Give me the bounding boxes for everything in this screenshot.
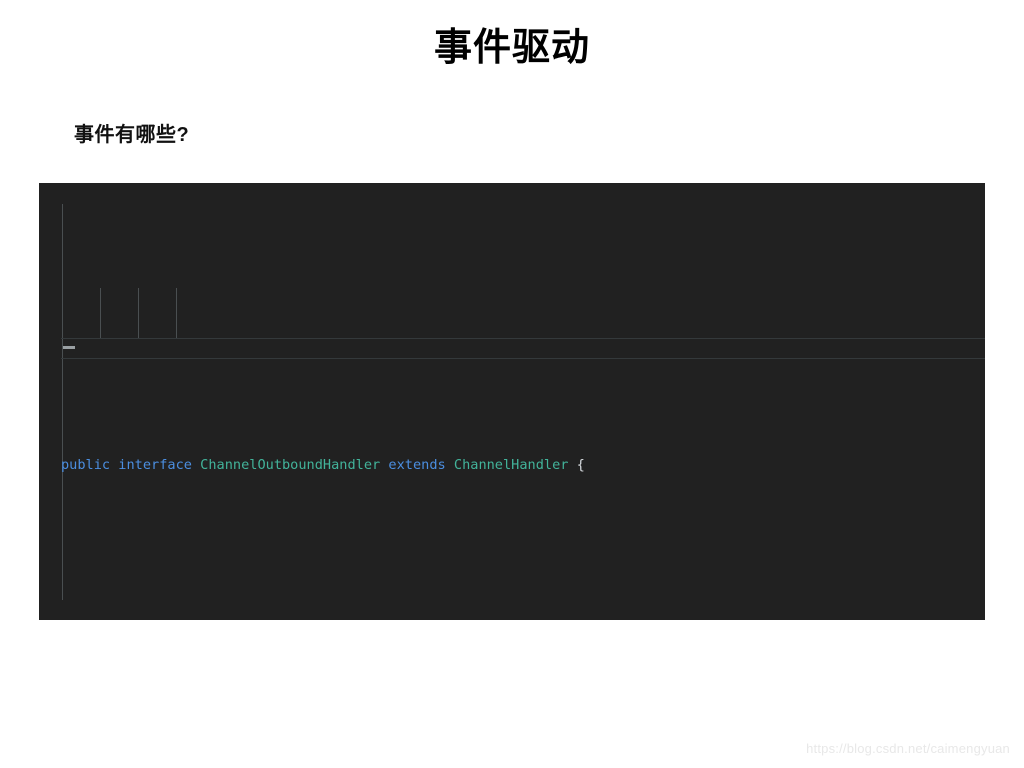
fold-separator-line-bottom <box>61 358 985 359</box>
code-line: public interface ChannelOutboundHandler … <box>61 456 585 473</box>
section-subtitle: 事件有哪些? <box>74 124 190 146</box>
watermark: https://blog.csdn.net/caimengyuan <box>806 741 1010 756</box>
code-editor-content: public interface ChannelOutboundHandler … <box>39 183 985 620</box>
code-fold-separator <box>39 338 985 359</box>
code-fold-marker-icon[interactable] <box>63 346 75 349</box>
page-title: 事件驱动 <box>433 27 590 69</box>
indent-guide-connect-a <box>100 287 101 338</box>
indent-guide-connect-c <box>176 287 177 338</box>
indent-guide-connect-b <box>138 287 139 338</box>
code-block: public interface ChannelOutboundHandler … <box>39 183 985 620</box>
fold-separator-line-top <box>61 338 985 339</box>
